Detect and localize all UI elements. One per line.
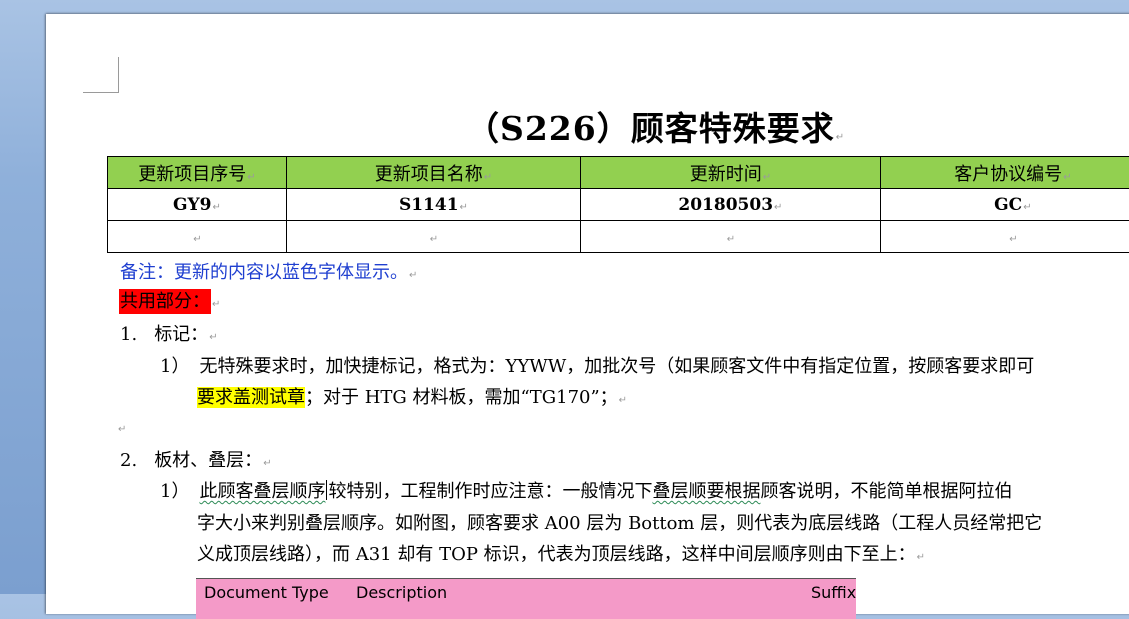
section-number: 1. bbox=[120, 324, 137, 345]
table-row: ↵ ↵ ↵ ↵ bbox=[108, 221, 1129, 253]
section-1-heading[interactable]: 1. 标记：↵ bbox=[120, 320, 218, 346]
paragraph-mark-icon: ↵ bbox=[763, 172, 771, 183]
table-cell[interactable]: ↵ bbox=[880, 221, 1129, 253]
item-number: 1） bbox=[160, 481, 189, 502]
table-header-cell[interactable]: 更新时间↵ bbox=[581, 157, 881, 189]
empty-paragraph[interactable]: ↵ bbox=[117, 416, 126, 437]
section-title: 板材、叠层： bbox=[154, 450, 262, 471]
document-page[interactable]: （S226）顾客特殊要求↵ 更新项目序号↵ 更新项目名称↵ 更新时间↵ 客户协议… bbox=[46, 14, 1129, 614]
table-header-cell[interactable]: 更新项目名称↵ bbox=[286, 157, 580, 189]
paragraph-mark-icon: ↵ bbox=[1063, 172, 1071, 183]
section-2-item-1-line-3[interactable]: 义成顶层线路），而 A31 却有 TOP 标识，代表为顶层线路，这样中间层顺序则… bbox=[197, 540, 925, 566]
paragraph-mark-icon: ↵ bbox=[193, 234, 201, 245]
paragraph-mark-icon: ↵ bbox=[836, 132, 845, 143]
embedded-table-image[interactable]: Document Type Description Suffix bbox=[196, 578, 856, 619]
item-text: 顾客说明，不能简单根据阿拉伯 bbox=[760, 481, 1012, 502]
table-cell[interactable]: ↵ bbox=[581, 221, 881, 253]
section-2-heading[interactable]: 2. 板材、叠层：↵ bbox=[120, 446, 272, 472]
embedded-table-header: Description bbox=[356, 583, 447, 602]
paragraph-mark-icon: ↵ bbox=[774, 202, 782, 213]
paragraph-mark-icon: ↵ bbox=[1009, 234, 1017, 245]
paragraph-mark-icon: ↵ bbox=[212, 299, 220, 310]
common-section-heading[interactable]: 共用部分：↵ bbox=[119, 287, 220, 313]
item-text: 叠层顺要根据 bbox=[652, 481, 760, 502]
section-2-item-1-line-1[interactable]: 1） 此顾客叠层顺序较特别，工程制作时应注意：一般情况下叠层顺要根据顾客说明，不能… bbox=[160, 477, 1012, 503]
table-header-row: 更新项目序号↵ 更新项目名称↵ 更新时间↵ 客户协议编号↵ bbox=[108, 157, 1129, 189]
update-info-table[interactable]: 更新项目序号↵ 更新项目名称↵ 更新时间↵ 客户协议编号↵ GY9↵ S1141… bbox=[107, 156, 1129, 253]
table-cell[interactable]: 20180503↵ bbox=[581, 189, 881, 221]
paragraph-mark-icon: ↵ bbox=[212, 202, 220, 213]
table-cell[interactable]: GC↵ bbox=[880, 189, 1129, 221]
paragraph-mark-icon: ↵ bbox=[727, 234, 735, 245]
item-text: 义成顶层线路），而 A31 却有 TOP 标识，代表为顶层线路，这样中间层顺序则… bbox=[197, 544, 916, 565]
highlighted-text: 要求盖测试章 bbox=[197, 387, 305, 408]
item-text: 较特别，工程制作时应注意：一般情况下 bbox=[328, 481, 652, 502]
item-text: ；对于 HTG 材料板，需加“TG170”； bbox=[305, 387, 618, 408]
table-cell[interactable]: GY9↵ bbox=[108, 189, 287, 221]
item-number: 1） bbox=[160, 356, 189, 377]
paragraph-mark-icon: ↵ bbox=[917, 552, 925, 563]
table-header-cell[interactable]: 客户协议编号↵ bbox=[880, 157, 1129, 189]
item-text: 字大小来判别叠层顺序。如附图，顾客要求 A00 层为 Bottom 层，则代表为… bbox=[197, 513, 1042, 534]
section-title: 标记： bbox=[154, 324, 208, 345]
embedded-table-header: Suffix bbox=[811, 583, 856, 602]
paragraph-mark-icon: ↵ bbox=[1023, 202, 1031, 213]
item-text: 此顾客叠层顺序 bbox=[199, 481, 325, 502]
page-corner-marker bbox=[83, 57, 119, 93]
paragraph-mark-icon: ↵ bbox=[409, 270, 417, 281]
section-2-item-1-line-2[interactable]: 字大小来判别叠层顺序。如附图，顾客要求 A00 层为 Bottom 层，则代表为… bbox=[197, 509, 1042, 535]
update-note[interactable]: 备注：更新的内容以蓝色字体显示。↵ bbox=[120, 258, 417, 284]
paragraph-mark-icon: ↵ bbox=[484, 172, 492, 183]
document-title[interactable]: （S226）顾客特殊要求↵ bbox=[466, 102, 845, 150]
table-cell[interactable]: ↵ bbox=[286, 221, 580, 253]
embedded-table-header: Document Type bbox=[204, 583, 329, 602]
section-1-item-1-line-2[interactable]: 要求盖测试章；对于 HTG 材料板，需加“TG170”；↵ bbox=[197, 383, 627, 409]
item-text: 无特殊要求时，加快捷标记，格式为：YYWW，加批次号（如果顾客文件中有指定位置，… bbox=[199, 356, 1034, 377]
table-row: GY9↵ S1141↵ 20180503↵ GC↵ bbox=[108, 189, 1129, 221]
paragraph-mark-icon: ↵ bbox=[118, 424, 126, 435]
paragraph-mark-icon: ↵ bbox=[430, 234, 438, 245]
paragraph-mark-icon: ↵ bbox=[209, 332, 217, 343]
paragraph-mark-icon: ↵ bbox=[247, 172, 255, 183]
table-header-cell[interactable]: 更新项目序号↵ bbox=[108, 157, 287, 189]
table-cell[interactable]: ↵ bbox=[108, 221, 287, 253]
section-1-item-1-line-1[interactable]: 1） 无特殊要求时，加快捷标记，格式为：YYWW，加批次号（如果顾客文件中有指定位… bbox=[160, 352, 1034, 378]
table-cell[interactable]: S1141↵ bbox=[286, 189, 580, 221]
section-number: 2. bbox=[120, 450, 137, 471]
paragraph-mark-icon: ↵ bbox=[263, 458, 271, 469]
paragraph-mark-icon: ↵ bbox=[460, 202, 468, 213]
paragraph-mark-icon: ↵ bbox=[619, 395, 627, 406]
